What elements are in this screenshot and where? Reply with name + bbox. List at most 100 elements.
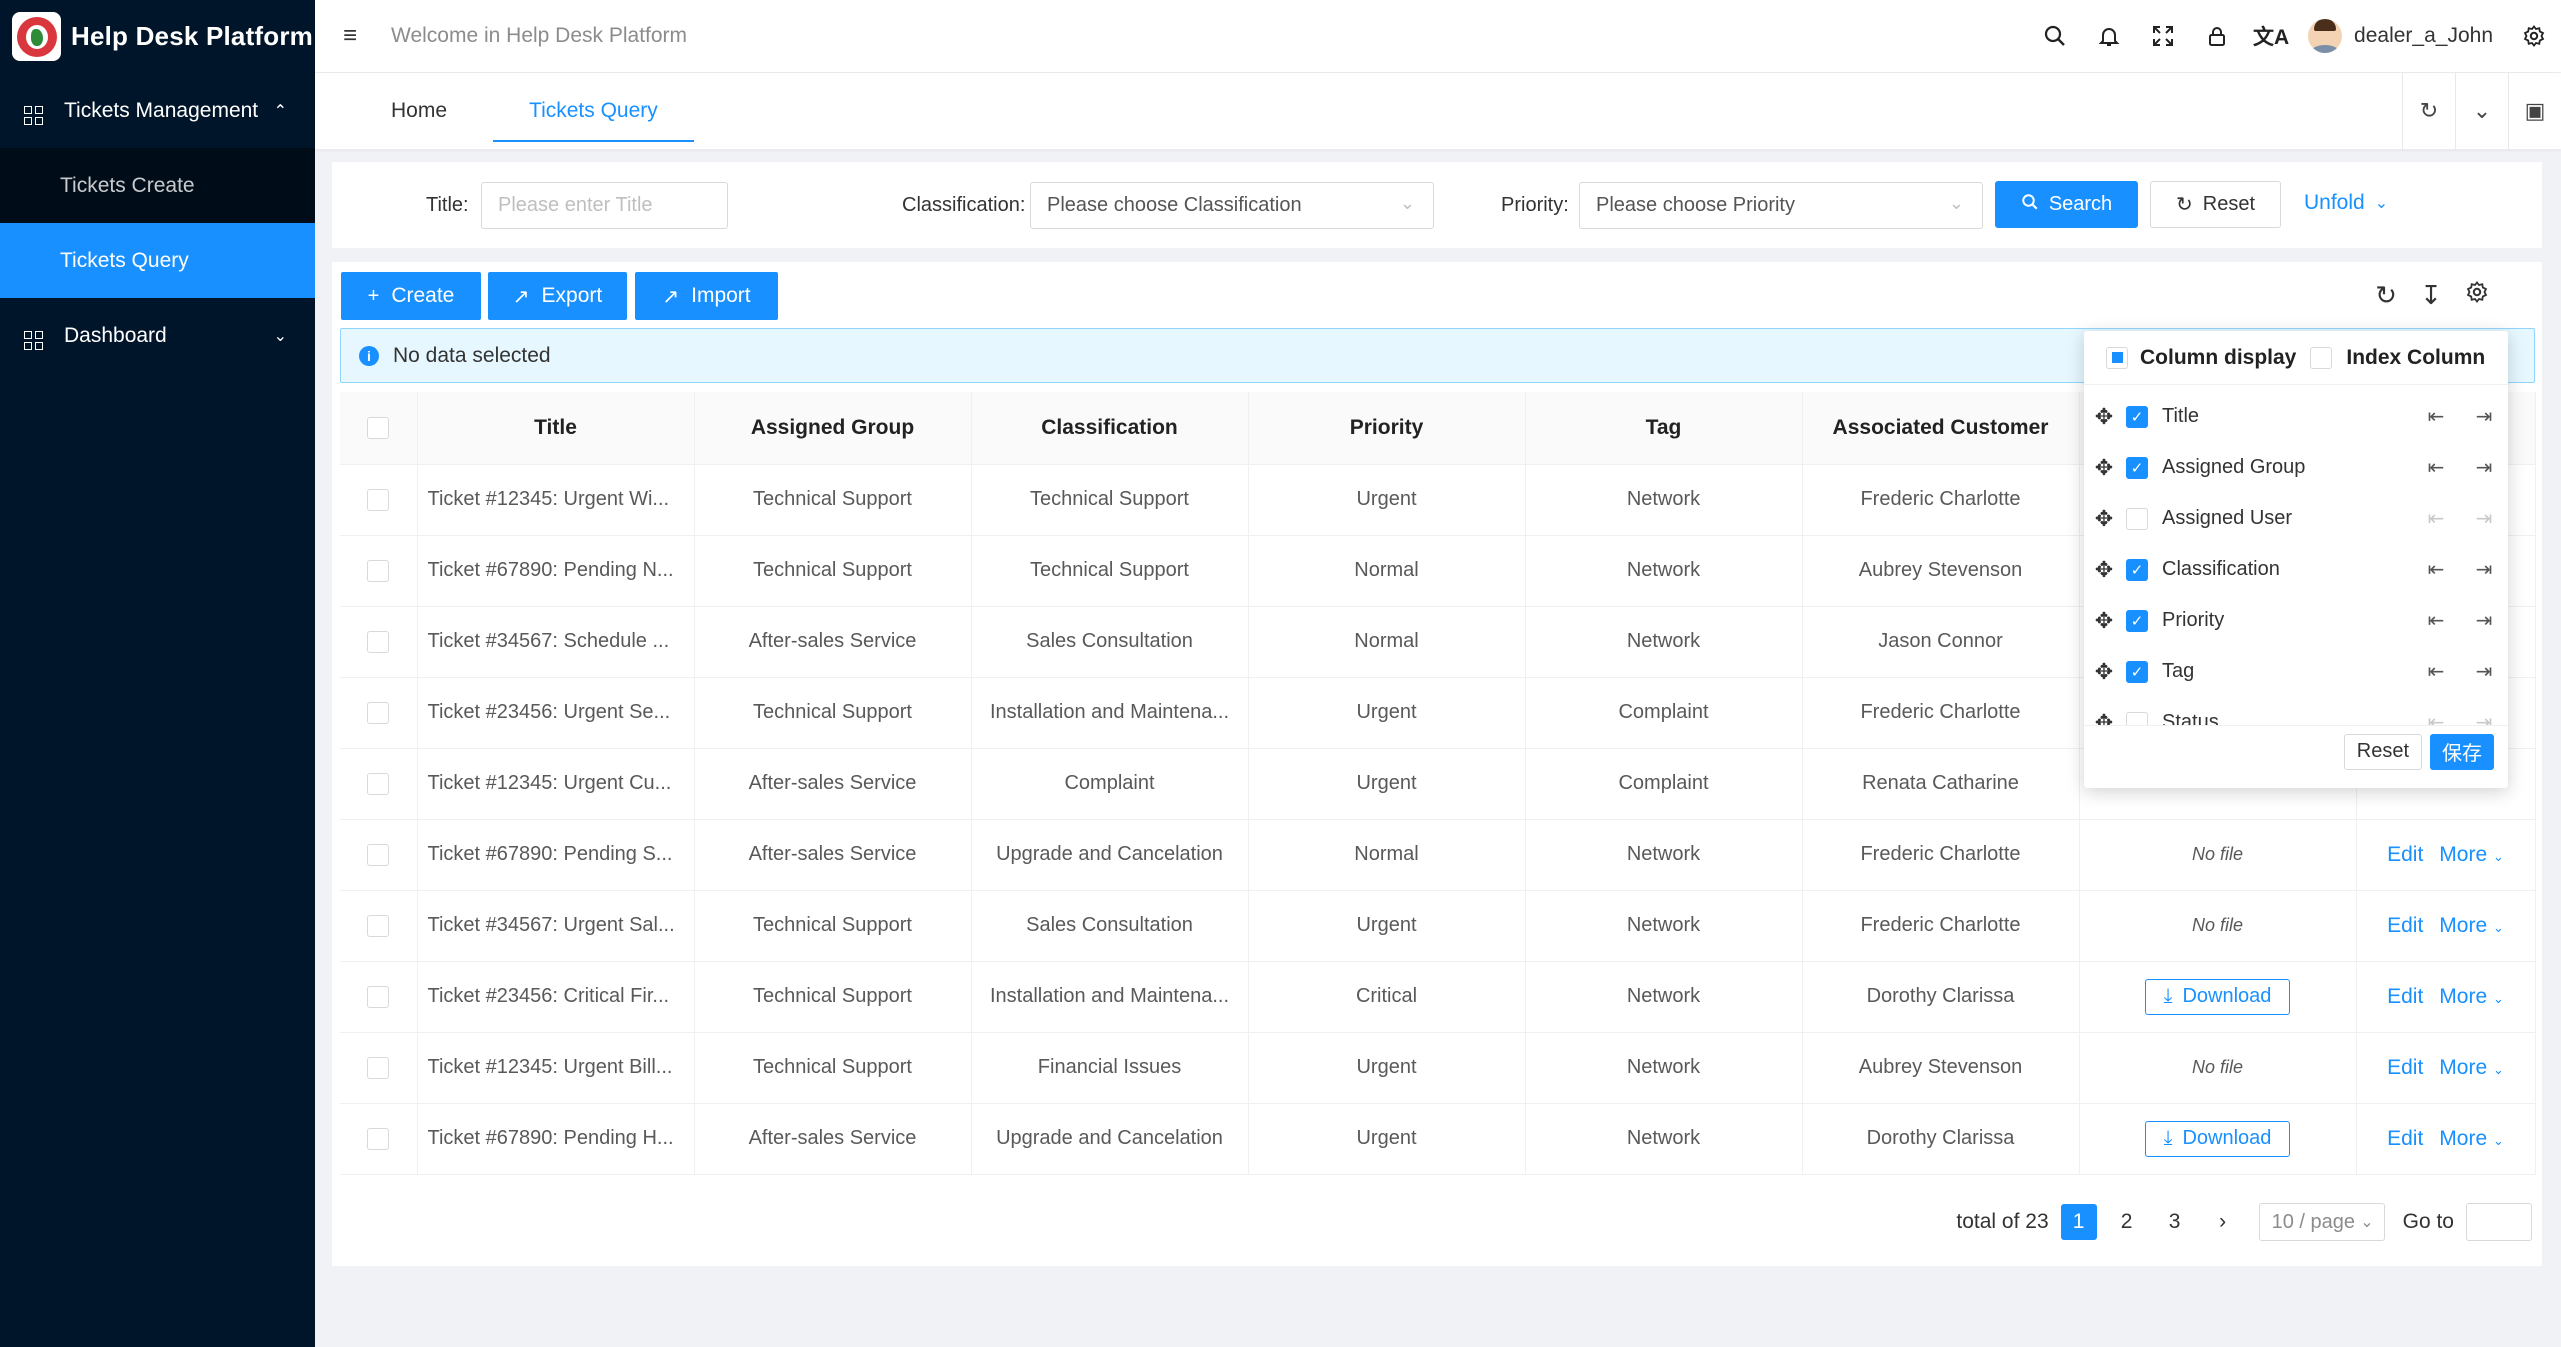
drag-handle-icon[interactable]: ✥ xyxy=(2092,710,2116,726)
column-header-associated-customer[interactable]: Associated Customer xyxy=(1802,392,2080,465)
page-1[interactable]: 1 xyxy=(2060,1204,2097,1240)
column-header-priority[interactable]: Priority xyxy=(1248,392,1526,465)
column-setting-item[interactable]: ✥ ✓ Classification ⇤ ⇥ xyxy=(2084,544,2508,595)
priority-select[interactable]: Please choose Priority ⌄ xyxy=(1579,182,1983,229)
column-checkbox[interactable]: ✓ xyxy=(2126,609,2148,632)
index-column-checkbox[interactable] xyxy=(2310,346,2333,369)
import-button[interactable]: ↗ Import xyxy=(635,272,778,320)
edit-link[interactable]: Edit xyxy=(2387,1056,2423,1079)
edit-link[interactable]: Edit xyxy=(2387,1127,2423,1150)
pin-left-icon[interactable]: ⇤ xyxy=(2412,404,2460,429)
drag-handle-icon[interactable]: ✥ xyxy=(2092,455,2116,481)
table-row[interactable]: Ticket #67890: Pending H... After-sales … xyxy=(340,1103,2536,1175)
column-header-tag[interactable]: Tag xyxy=(1525,392,1803,465)
table-row[interactable]: Ticket #23456: Critical Fir... Technical… xyxy=(340,961,2536,1033)
chevron-right-icon[interactable]: › xyxy=(2205,1204,2241,1240)
pin-right-icon[interactable]: ⇥ xyxy=(2460,659,2508,684)
fullscreen-icon[interactable] xyxy=(2136,0,2190,73)
page-3[interactable]: 3 xyxy=(2157,1204,2193,1240)
chevron-down-icon[interactable]: ⌄ xyxy=(2455,73,2508,149)
column-header-assigned-group[interactable]: Assigned Group xyxy=(694,392,972,465)
title-input[interactable]: Please enter Title xyxy=(481,182,728,229)
tab-tickets-query[interactable]: Tickets Query xyxy=(493,73,694,149)
reload-icon[interactable]: ↻ xyxy=(2402,73,2455,149)
more-link[interactable]: More ⌄ xyxy=(2439,843,2504,866)
reload-icon[interactable]: ↻ xyxy=(2370,280,2402,311)
column-checkbox[interactable] xyxy=(2126,711,2148,725)
pin-left-icon[interactable]: ⇤ xyxy=(2412,506,2460,531)
drag-handle-icon[interactable]: ✥ xyxy=(2092,659,2116,685)
column-checkbox[interactable]: ✓ xyxy=(2126,558,2148,581)
row-checkbox[interactable] xyxy=(340,961,418,1033)
sidebar-item-tickets-create[interactable]: Tickets Create xyxy=(0,148,315,223)
pin-left-icon[interactable]: ⇤ xyxy=(2412,659,2460,684)
pin-left-icon[interactable]: ⇤ xyxy=(2412,557,2460,582)
row-checkbox[interactable] xyxy=(340,1032,418,1104)
column-height-icon[interactable]: ↧ xyxy=(2415,280,2447,311)
page-size-select[interactable]: 10 / page ⌄ xyxy=(2258,1203,2385,1241)
column-setting-item[interactable]: ✥ Status ⇤ ⇥ xyxy=(2084,697,2508,725)
unfold-button[interactable]: Unfold ⌄ xyxy=(2304,191,2388,215)
reset-button[interactable]: ↻ Reset xyxy=(2150,181,2281,228)
column-setting-item[interactable]: ✥ ✓ Priority ⇤ ⇥ xyxy=(2084,595,2508,646)
bell-icon[interactable] xyxy=(2082,0,2136,73)
column-setting-item[interactable]: ✥ Assigned User ⇤ ⇥ xyxy=(2084,493,2508,544)
row-checkbox[interactable] xyxy=(340,606,418,678)
create-button[interactable]: + Create xyxy=(341,272,481,320)
pin-right-icon[interactable]: ⇥ xyxy=(2460,404,2508,429)
pin-right-icon[interactable]: ⇥ xyxy=(2460,506,2508,531)
column-header-title[interactable]: Title xyxy=(417,392,695,465)
avatar[interactable] xyxy=(2308,19,2343,53)
drag-handle-icon[interactable]: ✥ xyxy=(2092,404,2116,430)
pin-right-icon[interactable]: ⇥ xyxy=(2460,455,2508,480)
row-checkbox[interactable] xyxy=(340,464,418,536)
pin-right-icon[interactable]: ⇥ xyxy=(2460,557,2508,582)
expand-icon[interactable]: ▣ xyxy=(2508,73,2561,149)
column-display-checkbox[interactable] xyxy=(2106,346,2128,369)
lock-icon[interactable] xyxy=(2190,0,2244,73)
pin-left-icon[interactable]: ⇤ xyxy=(2412,710,2460,725)
drag-handle-icon[interactable]: ✥ xyxy=(2092,506,2116,532)
column-save-button[interactable]: 保存 xyxy=(2430,733,2494,770)
column-checkbox[interactable]: ✓ xyxy=(2126,405,2148,428)
pin-left-icon[interactable]: ⇤ xyxy=(2412,455,2460,480)
search-icon[interactable] xyxy=(2028,0,2082,73)
classification-select[interactable]: Please choose Classification ⌄ xyxy=(1030,182,1434,229)
column-checkbox[interactable]: ✓ xyxy=(2126,456,2148,479)
pin-right-icon[interactable]: ⇥ xyxy=(2460,710,2508,725)
row-checkbox[interactable] xyxy=(340,1103,418,1175)
goto-input[interactable] xyxy=(2466,1203,2532,1241)
settings-icon[interactable] xyxy=(2461,280,2493,311)
column-checkbox[interactable]: ✓ xyxy=(2126,660,2148,683)
row-checkbox[interactable] xyxy=(340,535,418,607)
drag-handle-icon[interactable]: ✥ xyxy=(2092,608,2116,634)
download-button[interactable]: ⤓ Download xyxy=(2144,978,2291,1015)
row-checkbox[interactable] xyxy=(340,890,418,962)
username[interactable]: dealer_a_John xyxy=(2354,24,2493,48)
edit-link[interactable]: Edit xyxy=(2387,985,2423,1008)
row-checkbox[interactable] xyxy=(340,677,418,749)
download-button[interactable]: ⤓ Download xyxy=(2144,1120,2291,1157)
column-setting-item[interactable]: ✥ ✓ Tag ⇤ ⇥ xyxy=(2084,646,2508,697)
table-row[interactable]: Ticket #34567: Urgent Sal... Technical S… xyxy=(340,890,2536,962)
pin-left-icon[interactable]: ⇤ xyxy=(2412,608,2460,633)
table-row[interactable]: Ticket #67890: Pending S... After-sales … xyxy=(340,819,2536,891)
gear-icon[interactable] xyxy=(2507,0,2561,73)
column-setting-item[interactable]: ✥ ✓ Assigned Group ⇤ ⇥ xyxy=(2084,442,2508,493)
more-link[interactable]: More ⌄ xyxy=(2439,985,2504,1008)
tab-home[interactable]: Home xyxy=(391,73,447,149)
row-checkbox[interactable] xyxy=(340,748,418,820)
pin-right-icon[interactable]: ⇥ xyxy=(2460,608,2508,633)
column-setting-item[interactable]: ✥ ✓ Title ⇤ ⇥ xyxy=(2084,391,2508,442)
sidebar-group-dashboard[interactable]: Dashboard ⌄ xyxy=(0,298,315,373)
page-2[interactable]: 2 xyxy=(2109,1204,2145,1240)
column-reset-button[interactable]: Reset xyxy=(2343,733,2422,770)
sidebar-group-tickets-management[interactable]: Tickets Management ⌃ xyxy=(0,73,315,148)
menu-fold-icon[interactable]: ≡ xyxy=(343,22,373,50)
more-link[interactable]: More ⌄ xyxy=(2439,1056,2504,1079)
select-all-checkbox[interactable] xyxy=(340,392,418,465)
table-row[interactable]: Ticket #12345: Urgent Bill... Technical … xyxy=(340,1032,2536,1104)
row-checkbox[interactable] xyxy=(340,819,418,891)
edit-link[interactable]: Edit xyxy=(2387,843,2423,866)
app-logo[interactable]: Help Desk Platform xyxy=(0,0,315,73)
